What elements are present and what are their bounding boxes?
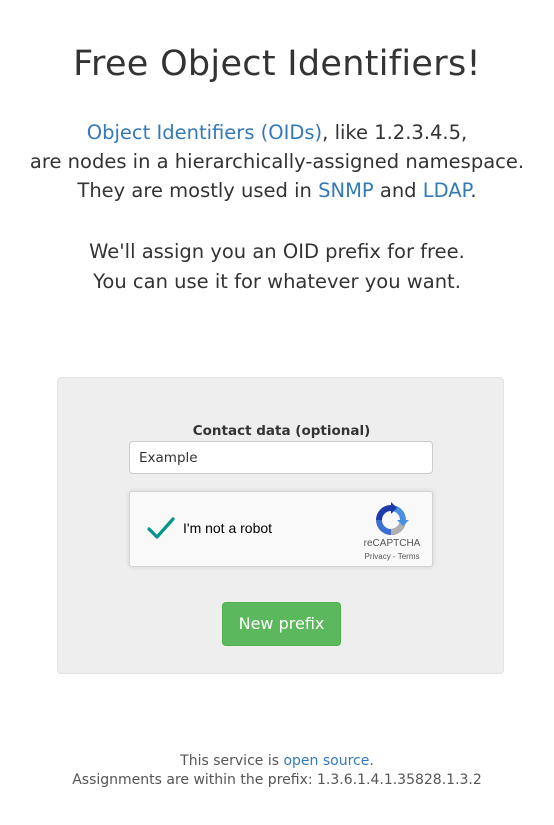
captcha-label: I'm not a robot — [183, 520, 273, 536]
intro-line-3-prefix: They are mostly used in — [77, 179, 319, 202]
intro-line-1: Object Identifiers (OIDs), like 1.2.3.4.… — [0, 118, 554, 147]
ldap-link[interactable]: LDAP — [423, 179, 471, 202]
privacy-link[interactable]: Privacy — [365, 552, 391, 561]
footer-line-1-suffix: . — [369, 753, 374, 769]
recaptcha-logo-icon — [376, 502, 409, 535]
intro-line-2: are nodes in a hierarchically-assigned n… — [29, 150, 525, 173]
terms-link[interactable]: Terms — [398, 552, 420, 561]
footer-line-2: Assignments are within the prefix: 1.3.6… — [72, 772, 482, 788]
recaptcha-brand: reCAPTCHA — [363, 538, 421, 549]
oid-link[interactable]: Object Identifiers (OIDs) — [87, 121, 322, 144]
footer: This service is open source. Assignments… — [0, 752, 554, 790]
recaptcha-links: Privacy - Terms — [352, 552, 432, 561]
intro-line-1-suffix: , like 1.2.3.4.5, — [322, 121, 468, 144]
links-separator: - — [390, 552, 398, 561]
offer-text: We'll assign you an OID prefix for free.… — [0, 237, 554, 297]
offer-line-2: You can use it for whatever you want. — [93, 270, 461, 293]
new-prefix-button[interactable]: New prefix — [222, 602, 341, 646]
open-source-link[interactable]: open source — [283, 753, 369, 769]
recaptcha-widget[interactable]: I'm not a robot reCAPTCHA Privacy - Term… — [129, 491, 433, 567]
page-title: Free Object Identifiers! — [73, 44, 481, 84]
snmp-link[interactable]: SNMP — [318, 179, 374, 202]
footer-line-1-prefix: This service is — [180, 753, 284, 769]
footer-line-1: This service is open source. — [0, 752, 554, 771]
intro-line-3: They are mostly used in SNMP and LDAP. — [0, 176, 554, 205]
intro-line-3-suffix: . — [470, 179, 477, 202]
contact-input[interactable] — [129, 441, 433, 474]
offer-line-1: We'll assign you an OID prefix for free. — [89, 240, 465, 263]
prefix-form-panel: Contact data (optional) I'm not a robot … — [57, 377, 504, 674]
intro-text: Object Identifiers (OIDs), like 1.2.3.4.… — [0, 118, 554, 205]
checkmark-icon[interactable] — [144, 512, 178, 546]
intro-line-3-and: and — [373, 179, 423, 202]
contact-label: Contact data (optional) — [192, 423, 371, 439]
